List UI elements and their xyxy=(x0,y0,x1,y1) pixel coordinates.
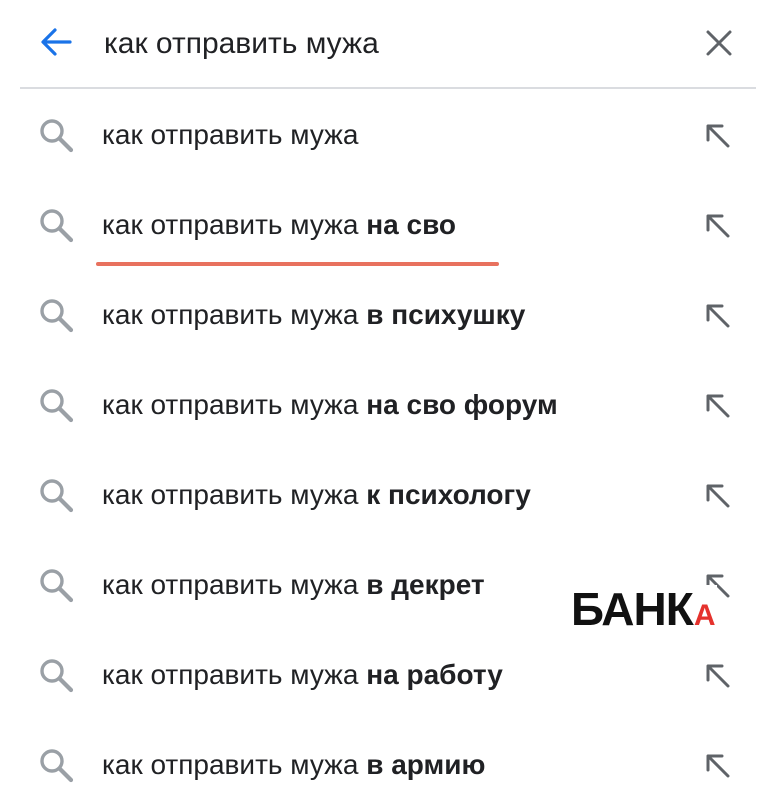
suggestion-prefix: как отправить мужа xyxy=(102,749,359,780)
fill-query-button[interactable] xyxy=(700,298,734,332)
suggestion-completion: к психологу xyxy=(366,479,531,510)
search-icon xyxy=(36,745,76,785)
suggestion-prefix: как отправить мужа xyxy=(102,209,359,240)
search-icon xyxy=(36,295,76,335)
suggestion-item[interactable]: как отправить мужа xyxy=(0,90,774,180)
fill-query-button[interactable] xyxy=(700,658,734,692)
suggestion-item[interactable]: как отправить мужа на сво xyxy=(0,180,774,270)
fill-query-button[interactable] xyxy=(700,208,734,242)
suggestion-text: как отправить мужа на работу xyxy=(102,658,503,692)
suggestion-text: как отправить мужа в декрет xyxy=(102,568,485,602)
suggestion-text: как отправить мужа в психушку xyxy=(102,298,525,332)
suggestion-prefix: как отправить мужа xyxy=(102,659,359,690)
suggestion-item[interactable]: как отправить мужа на работу xyxy=(0,630,774,720)
clear-button[interactable] xyxy=(700,24,738,62)
divider xyxy=(20,87,756,89)
suggestion-list: как отправить мужа как отправить мужа на… xyxy=(0,90,774,810)
suggestion-prefix: как отправить мужа xyxy=(102,389,359,420)
fill-query-button[interactable] xyxy=(700,748,734,782)
suggestion-prefix: как отправить мужа xyxy=(102,569,359,600)
fill-query-button[interactable] xyxy=(700,118,734,152)
suggestion-item[interactable]: как отправить мужа к психологу xyxy=(0,450,774,540)
back-button[interactable] xyxy=(36,22,76,62)
suggestion-text: как отправить мужа xyxy=(102,118,358,152)
arrow-up-left-icon xyxy=(706,484,730,508)
search-icon xyxy=(36,565,76,605)
watermark-logo: БАНКА xyxy=(571,585,717,633)
arrow-up-left-icon xyxy=(706,754,730,778)
suggestion-item[interactable]: как отправить мужа на сво форум xyxy=(0,360,774,450)
suggestion-item[interactable]: как отправить мужа в армию xyxy=(0,720,774,810)
arrow-up-left-icon xyxy=(706,214,730,238)
close-icon xyxy=(706,30,732,56)
suggestion-text: как отправить мужа в армию xyxy=(102,748,485,782)
suggestion-text: как отправить мужа на сво xyxy=(102,208,456,242)
suggestion-completion: на сво форум xyxy=(366,389,558,420)
suggestion-completion: на работу xyxy=(366,659,503,690)
fill-query-button[interactable] xyxy=(700,388,734,422)
suggestion-completion: в декрет xyxy=(366,569,485,600)
arrow-left-icon xyxy=(41,28,72,56)
suggestion-completion: в психушку xyxy=(366,299,526,330)
suggestion-item[interactable]: как отправить мужа в психушку xyxy=(0,270,774,360)
search-icon xyxy=(36,475,76,515)
suggestion-prefix: как отправить мужа xyxy=(102,119,359,150)
suggestion-completion: на сво xyxy=(366,209,457,240)
watermark-main: БАНК xyxy=(571,583,694,635)
search-icon xyxy=(36,655,76,695)
search-icon xyxy=(36,115,76,155)
search-bar xyxy=(0,0,774,87)
fill-query-button[interactable] xyxy=(700,478,734,512)
suggestion-prefix: как отправить мужа xyxy=(102,479,359,510)
arrow-up-left-icon xyxy=(706,304,730,328)
suggestion-prefix: как отправить мужа xyxy=(102,299,359,330)
arrow-up-left-icon xyxy=(706,124,730,148)
search-icon xyxy=(36,385,76,425)
suggestion-completion: в армию xyxy=(366,749,486,780)
suggestion-text: как отправить мужа к психологу xyxy=(102,478,531,512)
arrow-up-left-icon xyxy=(706,394,730,418)
search-icon xyxy=(36,205,76,245)
suggestion-text: как отправить мужа на сво форум xyxy=(102,388,558,422)
watermark-accent: А xyxy=(693,599,716,632)
highlight-underline xyxy=(96,262,499,266)
arrow-up-left-icon xyxy=(706,664,730,688)
search-input[interactable] xyxy=(104,22,664,66)
